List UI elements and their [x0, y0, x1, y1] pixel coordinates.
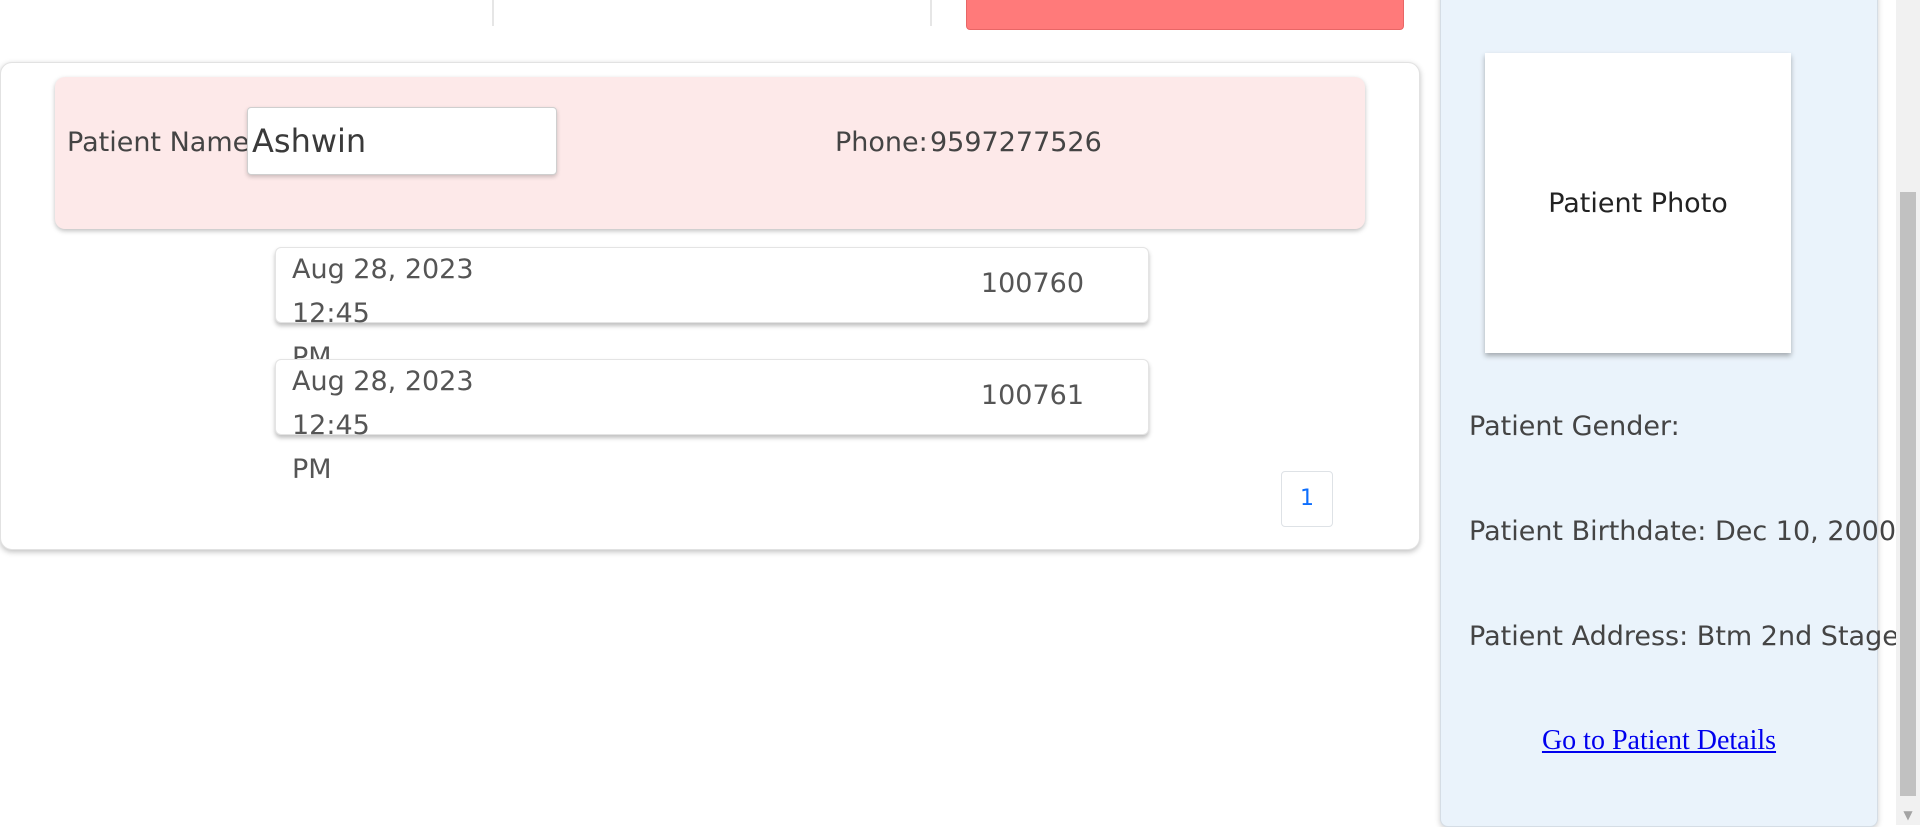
- patient-name-label: Patient Name:: [67, 127, 259, 158]
- visit-id: 100761: [980, 380, 1084, 411]
- patient-info-sidebar: Patient Photo Patient Gender: Patient Bi…: [1440, 0, 1899, 827]
- page-scrollbar[interactable]: ▼: [1896, 0, 1920, 825]
- visit-date: Aug 28, 2023 12:45 PM: [292, 360, 532, 492]
- pagination-page-1[interactable]: 1: [1281, 471, 1333, 527]
- patient-photo: Patient Photo: [1485, 53, 1791, 353]
- patient-birthdate: Patient Birthdate: Dec 10, 2000: [1469, 516, 1897, 547]
- patient-name-input[interactable]: [247, 107, 557, 175]
- visit-row[interactable]: Aug 28, 2023 12:45 PM 100760: [275, 247, 1149, 373]
- visit-date-line1: Aug 28, 2023 12:45: [292, 254, 474, 329]
- visit-row[interactable]: Aug 28, 2023 12:45 PM 100761: [275, 359, 1149, 485]
- visit-date-line1: Aug 28, 2023 12:45: [292, 366, 474, 441]
- triangle-down-icon[interactable]: ▼: [1896, 805, 1920, 825]
- top-action-button[interactable]: [966, 0, 1404, 30]
- phone-value: 9597277526: [930, 127, 1102, 158]
- scrollbar-thumb[interactable]: [1900, 192, 1916, 796]
- patient-gender: Patient Gender:: [1469, 411, 1680, 442]
- patient-address: Patient Address: Btm 2nd Stage: [1469, 621, 1899, 652]
- visit-id: 100760: [980, 268, 1084, 299]
- phone-label: Phone:: [835, 127, 928, 158]
- visit-date-line2: PM: [292, 454, 332, 485]
- patient-details-link[interactable]: Go to Patient Details: [1441, 725, 1877, 757]
- patient-summary-band: Patient Name: Phone: 9597277526: [55, 77, 1365, 229]
- patient-visits-card: Patient Name: Phone: 9597277526 Aug 28, …: [0, 62, 1420, 550]
- patient-photo-label: Patient Photo: [1548, 187, 1728, 219]
- search-input-top[interactable]: [492, 0, 932, 26]
